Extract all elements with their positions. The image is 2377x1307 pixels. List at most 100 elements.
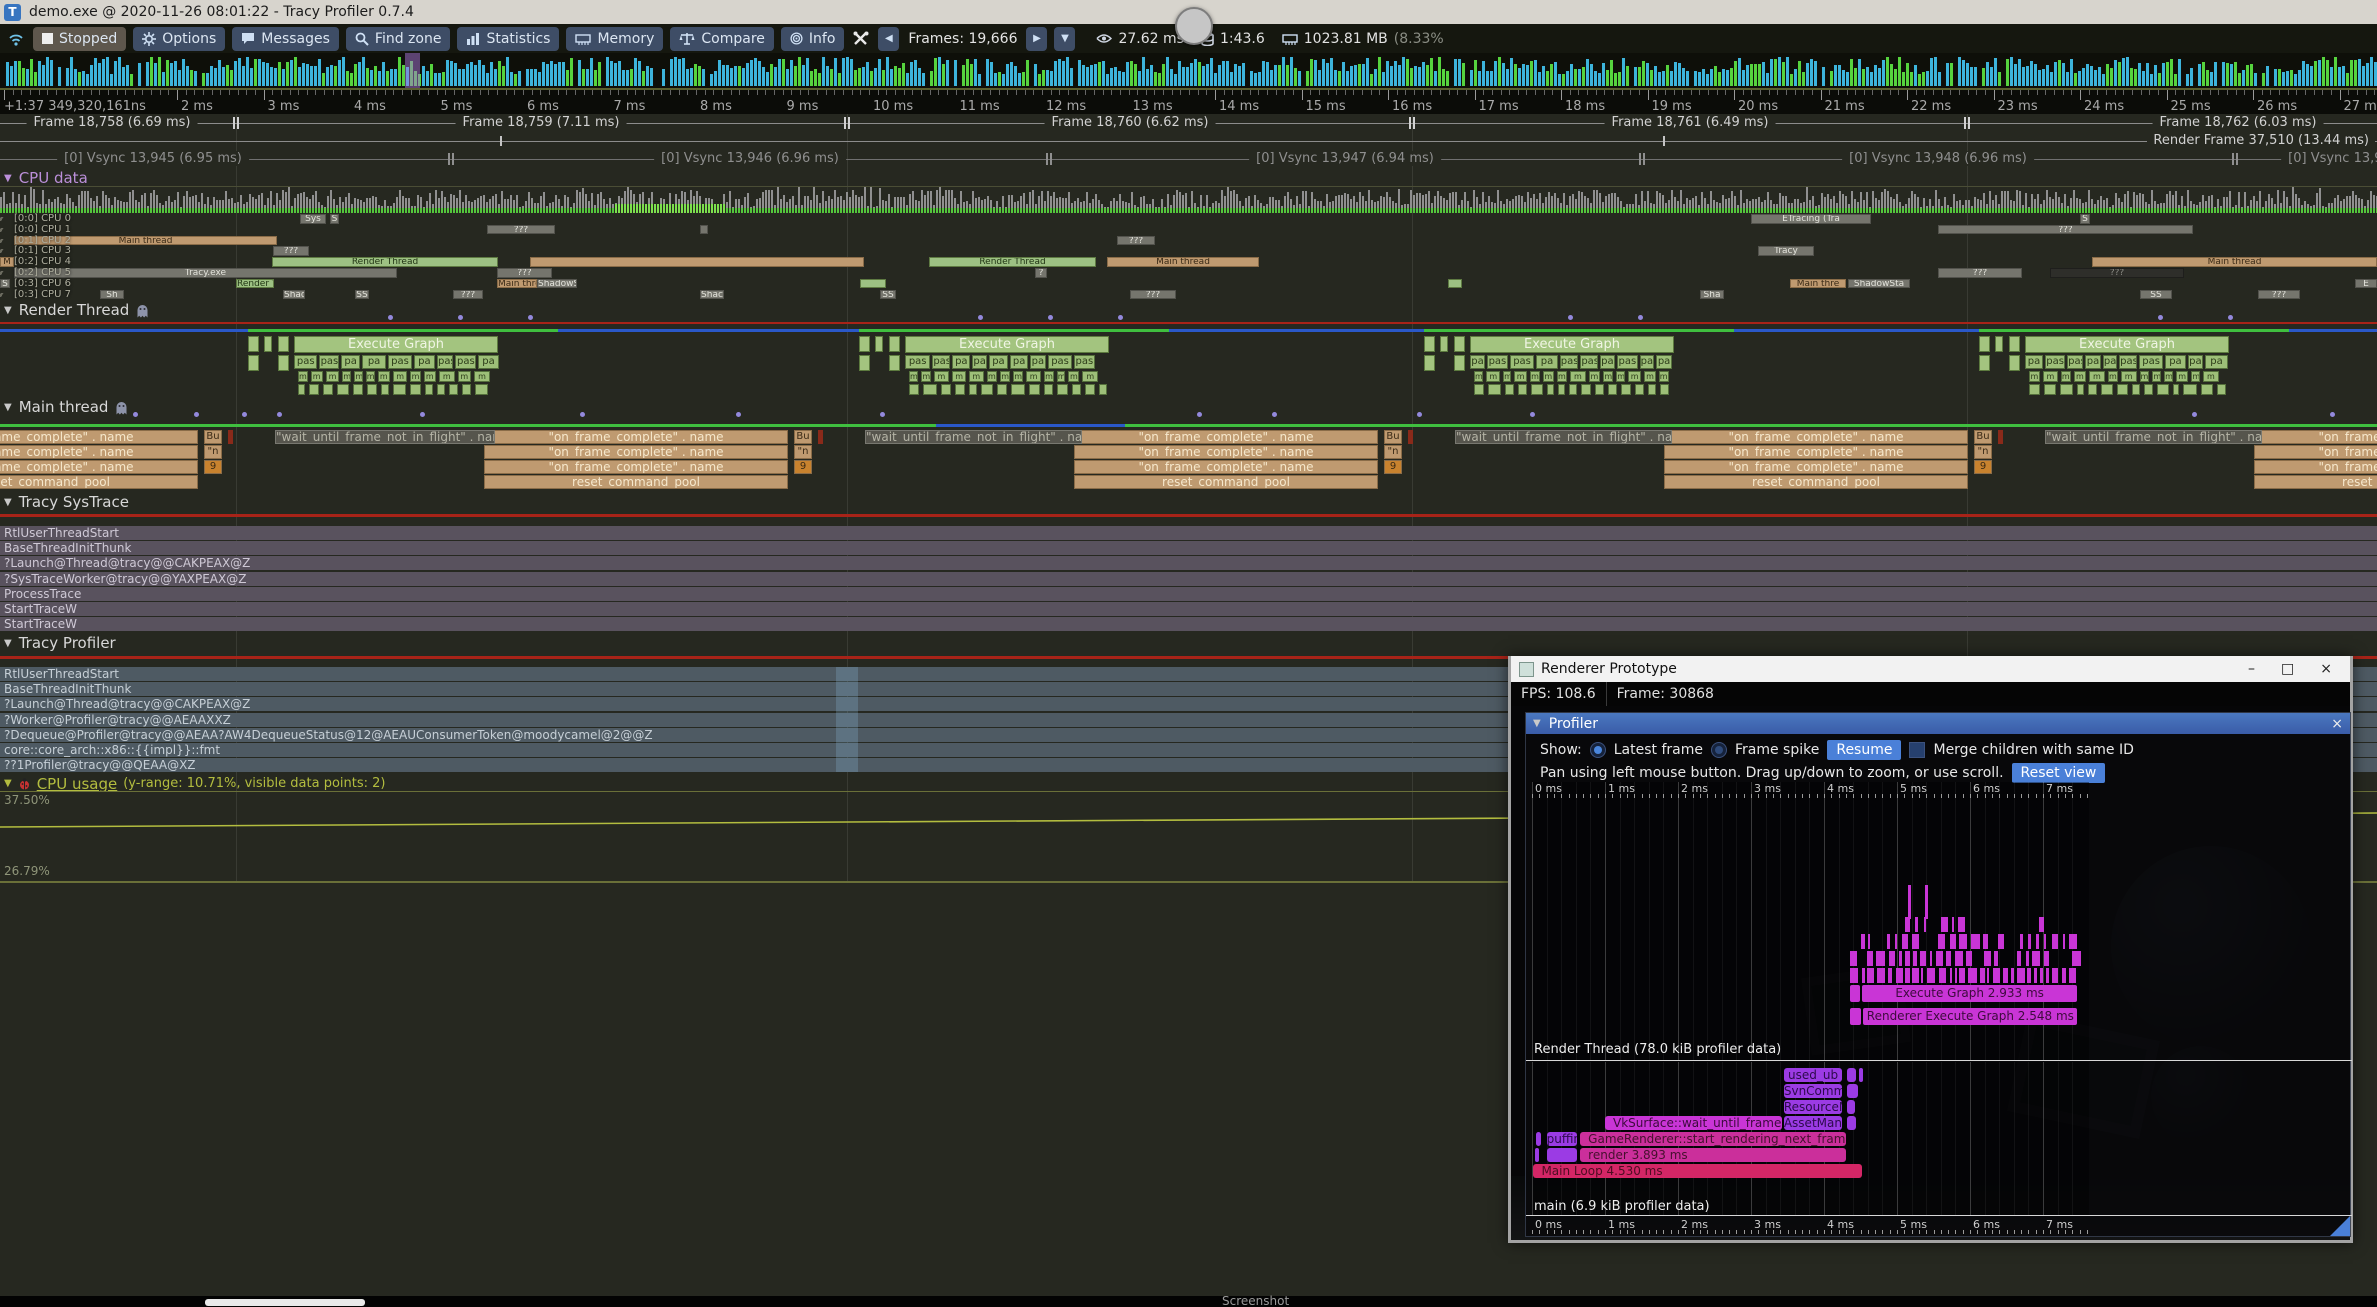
profiler-zone-chip[interactable] <box>2032 951 2040 966</box>
sub-zone-chip[interactable]: m <box>1044 371 1054 382</box>
cpu-zone-chip[interactable]: Sh <box>100 290 124 300</box>
profiler-zone-chip[interactable] <box>1968 968 1977 983</box>
collapse-arrow-icon[interactable]: ▼ <box>4 305 12 316</box>
profiler-zone-chip[interactable] <box>2039 917 2044 932</box>
profiler-zone-chip[interactable] <box>2026 951 2029 966</box>
sub-zone-chip[interactable]: m <box>2140 371 2150 382</box>
leaf-zone-chip[interactable] <box>437 384 445 395</box>
profiler-zone-chip[interactable] <box>2020 934 2023 949</box>
leaf-zone-chip[interactable] <box>2173 384 2179 395</box>
cpu-zone-chip[interactable] <box>700 225 708 235</box>
collapse-arrow-icon[interactable]: ▼ <box>4 778 12 789</box>
on-frame-complete-zone[interactable]: "on_frame_complete" . name <box>1074 445 1378 459</box>
profiler-zone-bar[interactable]: SvnComm <box>1784 1084 1842 1098</box>
pass-zone-chip[interactable]: pas <box>437 355 453 369</box>
cpu-row[interactable]: ???Tracy[0:1] CPU 3 <box>0 246 2377 256</box>
profiler-zone-bar[interactable]: Main Loop 4.530 ms <box>1533 1164 1862 1178</box>
zone-chip[interactable] <box>1979 336 1990 352</box>
frame-label[interactable]: [0] Vsync 13,947 (6.94 ms) <box>1249 151 1441 166</box>
sub-zone-chip[interactable]: m <box>987 371 998 382</box>
profiler-zone-chip[interactable] <box>2036 934 2039 949</box>
zone-chip[interactable]: "n <box>1384 445 1402 459</box>
cpu-zone-chip[interactable]: Tracy <box>1758 246 1814 256</box>
pass-zone-chip[interactable]: pas <box>1617 355 1637 369</box>
leaf-zone-chip[interactable] <box>1660 384 1669 395</box>
zone-chip[interactable]: 9 <box>204 460 222 474</box>
profiler-zone-bar[interactable]: Execute Graph 2.933 ms <box>1862 985 2077 1002</box>
reset-command-pool-zone[interactable]: reset_command_pool <box>1664 475 1968 489</box>
cpu-usage-header[interactable]: ▼CPU usage(y-range: 10.71%, visible data… <box>4 776 386 791</box>
on-frame-complete-zone[interactable]: "on_frame_complete" . name <box>1074 460 1378 474</box>
cpu-zone-chip[interactable]: Main thread <box>1107 257 1259 267</box>
profiler-zone-chip[interactable] <box>2044 951 2049 966</box>
pass-zone-chip[interactable]: pa <box>2025 355 2043 369</box>
leaf-zone-chip[interactable] <box>1029 384 1041 395</box>
cpu-row[interactable]: SRender TrMain threShadowStMain threShad… <box>0 279 2377 289</box>
profiler-zone-chip[interactable] <box>2046 968 2050 983</box>
pass-zone-chip[interactable]: pas <box>2067 355 2083 369</box>
pass-zone-chip[interactable]: pa <box>478 355 498 369</box>
bottom-bar-segment[interactable] <box>205 1299 365 1306</box>
frame-label[interactable]: [0] Vsync 13,946 (6.96 ms) <box>654 151 846 166</box>
cpu-zone-chip[interactable]: E <box>2355 279 2377 289</box>
options-button[interactable]: Options <box>133 27 225 51</box>
execute-graph-zone[interactable]: Execute Graph <box>905 336 1109 353</box>
pass-zone-chip[interactable]: pas <box>1048 355 1072 369</box>
leaf-zone-chip[interactable] <box>475 384 488 395</box>
profiler-zone-bar[interactable]: render 3.893 ms <box>1580 1148 1846 1162</box>
sub-zone-chip[interactable]: m <box>934 371 950 382</box>
profiler-spike[interactable] <box>1908 885 1911 919</box>
leaf-zone-chip[interactable] <box>1099 384 1107 395</box>
zone-chip[interactable] <box>1408 430 1413 444</box>
cpu-zone-chip[interactable]: S <box>2080 214 2090 224</box>
statistics-button[interactable]: Statistics <box>457 27 559 51</box>
profiler-zone-chip[interactable] <box>1887 934 1890 949</box>
profiler-zone-chip[interactable] <box>1993 968 2000 983</box>
sub-zone-chip[interactable]: m <box>298 371 308 382</box>
zone-chip[interactable]: "n <box>1974 445 1992 459</box>
sub-zone-chip[interactable]: m <box>2203 371 2219 382</box>
pass-zone-chip[interactable]: pas <box>932 355 950 369</box>
profiler-spike[interactable] <box>1925 885 1928 919</box>
zone-chip[interactable] <box>1998 430 2003 444</box>
profiler-zone-chip[interactable] <box>1958 917 1965 932</box>
profiler-zone-bar[interactable] <box>1847 1068 1856 1082</box>
on-frame-complete-zone[interactable]: "on_frame_complete" . name <box>484 445 788 459</box>
leaf-zone-chip[interactable] <box>2088 384 2097 395</box>
collapse-arrow-icon[interactable]: ▼ <box>4 497 12 508</box>
pass-zone-chip[interactable]: pas <box>2119 355 2137 369</box>
profiler-zone-chip[interactable] <box>1927 968 1935 983</box>
cpu-zone-chip[interactable]: M <box>0 257 14 267</box>
sub-zone-chip[interactable]: m <box>1628 371 1641 382</box>
leaf-zone-chip[interactable] <box>909 384 919 395</box>
profiler-zone-bar[interactable]: ResourceM <box>1784 1100 1842 1114</box>
cpu-row[interactable]: Tracy.exe??????????[0:2] CPU 5 <box>0 268 2377 278</box>
leaf-zone-chip[interactable] <box>1569 384 1577 395</box>
pass-zone-chip[interactable]: pas <box>1487 355 1508 369</box>
main-thread-header[interactable]: ▼Main thread <box>4 399 128 415</box>
pass-zone-chip[interactable]: pas <box>905 355 930 369</box>
leaf-zone-chip[interactable] <box>323 384 332 395</box>
reset-command-pool-zone[interactable]: reset_command_pool <box>1074 475 1378 489</box>
sub-zone-chip[interactable]: m <box>2108 371 2118 382</box>
profiler-zone-chip[interactable] <box>2017 968 2025 983</box>
zone-chip[interactable]: Bu <box>1384 430 1402 444</box>
execute-graph-zone[interactable]: Execute Graph <box>1470 336 1674 353</box>
cpu-zone-chip[interactable]: ShadowSta <box>1848 279 1910 289</box>
cpu-zone-chip[interactable]: ??? <box>1130 290 1176 300</box>
on-frame-complete-zone[interactable]: "on_frame_complete" . name <box>484 460 788 474</box>
frame-label[interactable]: [0] Vsync 13,948 (6.96 ms) <box>1842 151 2034 166</box>
profiler-zone-bar[interactable] <box>1536 1132 1541 1146</box>
profiler-zone-chip[interactable] <box>1955 951 1963 966</box>
sub-zone-chip[interactable]: m <box>1474 371 1483 382</box>
memory-button[interactable]: Memory <box>566 27 663 51</box>
profiler-zone-bar[interactable] <box>1547 1148 1578 1162</box>
leaf-zone-chip[interactable] <box>941 384 951 395</box>
leaf-zone-chip[interactable] <box>2117 384 2128 395</box>
maximize-button[interactable]: □ <box>2281 661 2294 677</box>
reset-command-pool-zone[interactable]: reset_command_pool <box>2254 475 2377 489</box>
profiler-zone-chip[interactable] <box>1896 968 1903 983</box>
profiler-zone-chip[interactable] <box>2003 968 2008 983</box>
profiler-zone-chip[interactable] <box>1905 951 1909 966</box>
zone-chip[interactable] <box>889 336 900 352</box>
